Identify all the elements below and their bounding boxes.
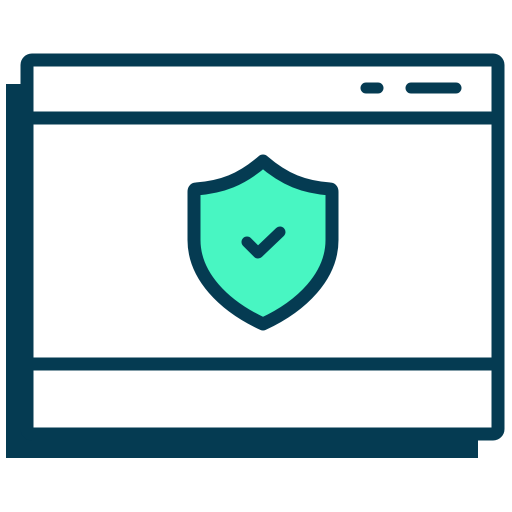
secure-browser-window-icon (0, 0, 512, 512)
browser-window-icon (6, 53, 505, 458)
